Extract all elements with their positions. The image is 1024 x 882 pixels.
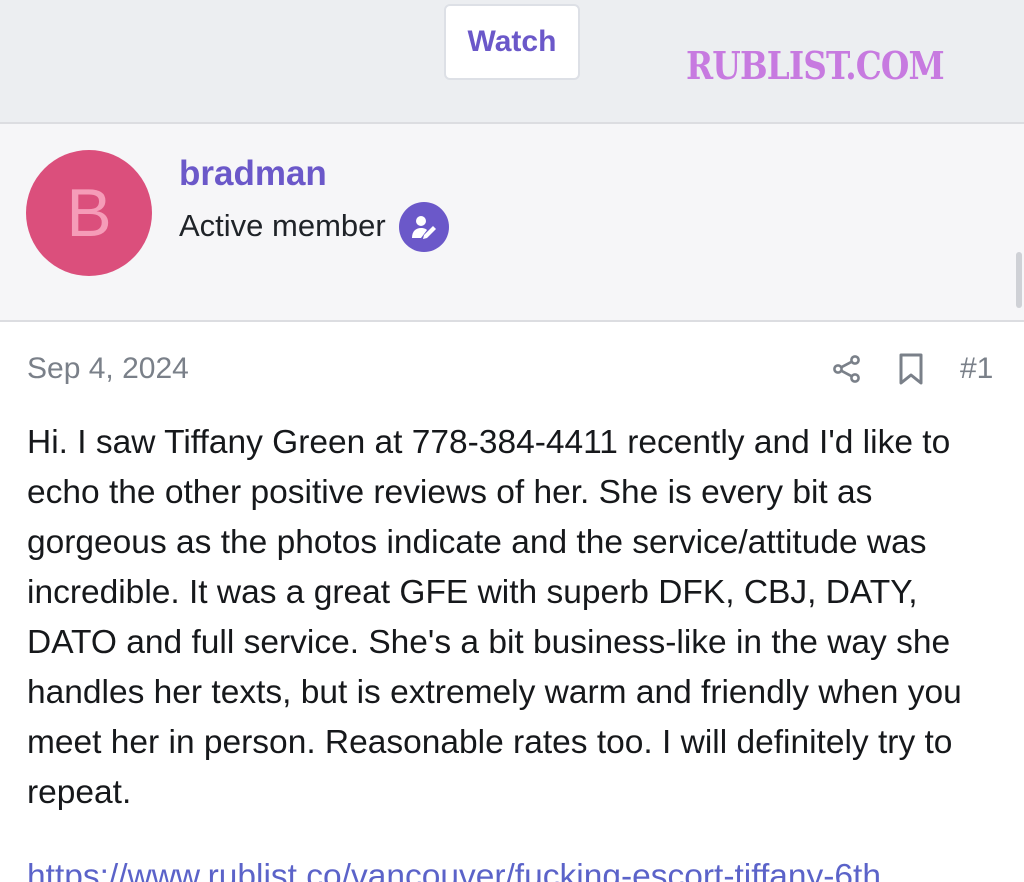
scrollbar-thumb[interactable]	[1016, 252, 1022, 308]
post-date[interactable]: Sep 4, 2024	[27, 352, 189, 386]
user-edit-icon	[399, 202, 449, 252]
share-icon[interactable]	[832, 354, 862, 384]
site-watermark: RUBLIST.COM	[684, 26, 974, 96]
post-meta-bar: Sep 4, 2024 #1	[0, 322, 1024, 418]
watch-button[interactable]: Watch	[444, 4, 580, 80]
post-number-link[interactable]: #1	[960, 352, 993, 386]
user-title: Active member	[179, 208, 386, 243]
thread-toolbar: Watch RUBLIST.COM	[0, 0, 1024, 124]
page: Watch RUBLIST.COM B bradman Active membe…	[0, 0, 1024, 882]
post-link[interactable]: https://www.rublist.co/vancouver/fucking…	[27, 852, 1002, 882]
avatar[interactable]: B	[26, 150, 152, 276]
watermark-text: RUBLIST.COM	[686, 42, 945, 88]
post-body: Hi. I saw Tiffany Green at 778-384-4411 …	[27, 424, 962, 811]
bookmark-icon[interactable]	[897, 352, 925, 386]
username-link[interactable]: bradman	[179, 154, 327, 194]
post-author-header: B bradman Active member	[0, 124, 1024, 322]
